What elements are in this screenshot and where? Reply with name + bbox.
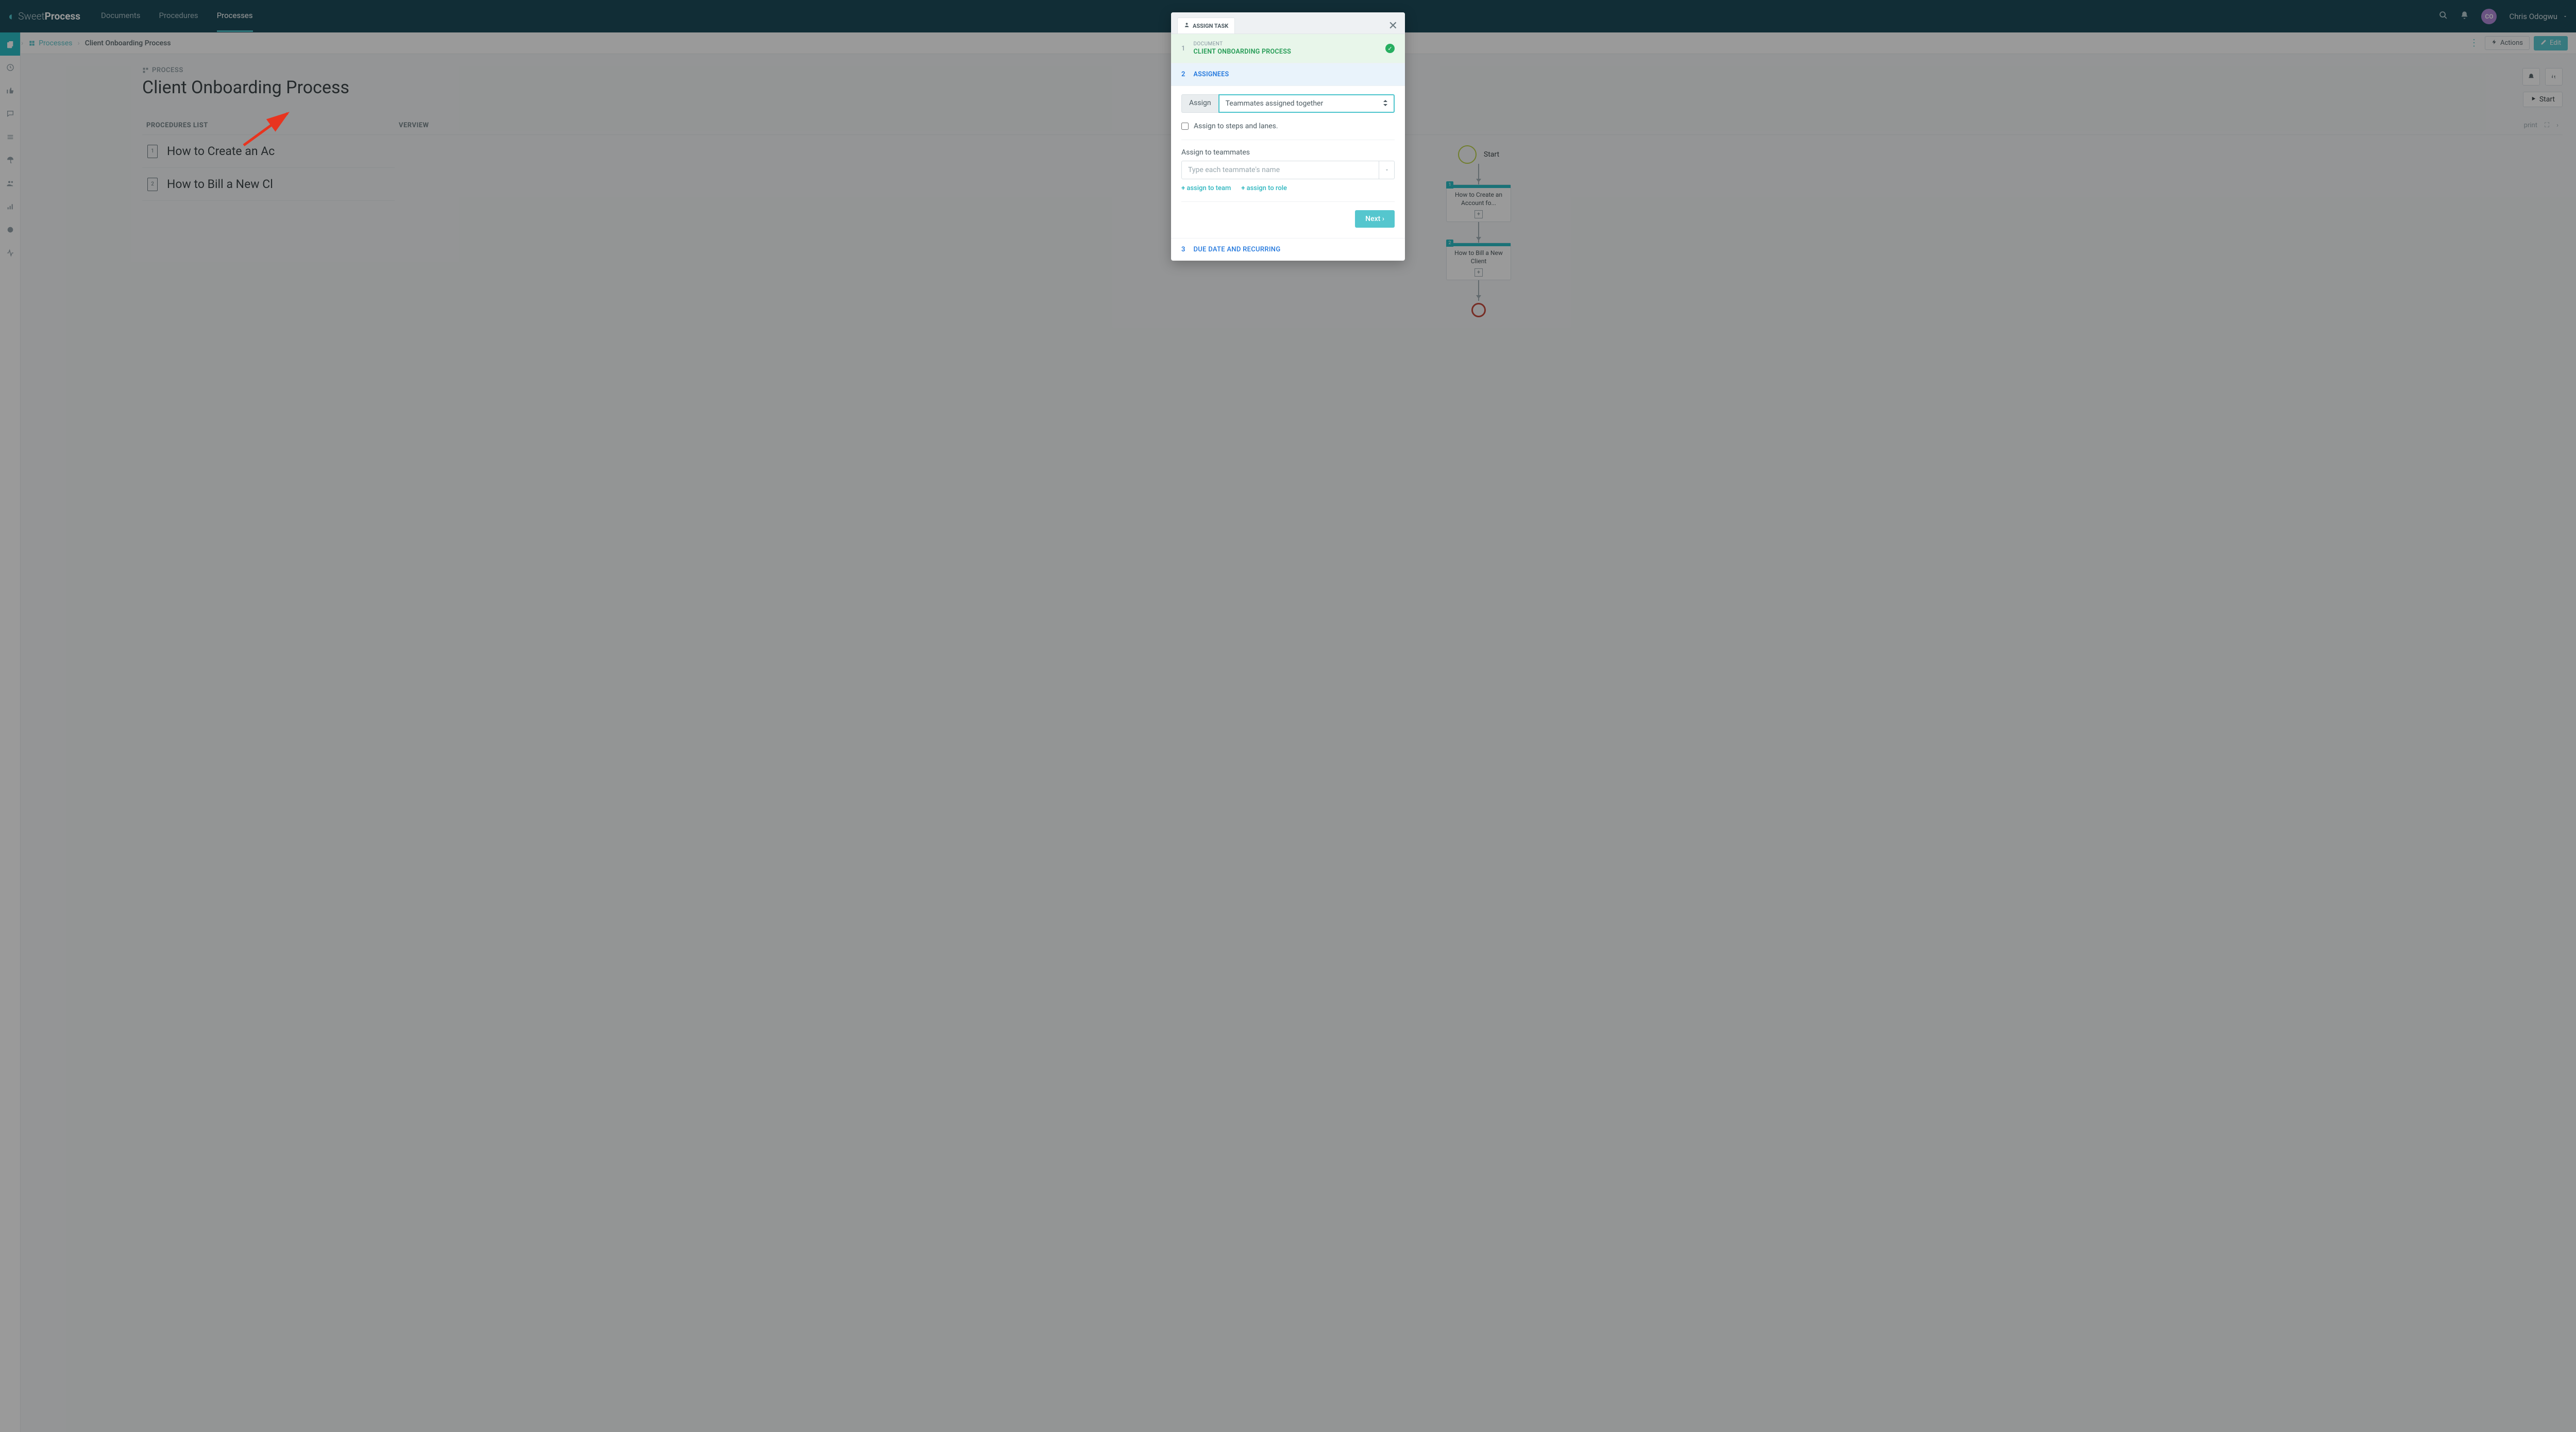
modal-tab-bar: ASSIGN TASK ✕ [1171,12,1405,34]
modal-body: Assign Teammates assigned together Assig… [1171,86,1405,238]
select-caret-icon [1383,100,1387,108]
step-large-label: CLIENT ONBOARDING PROCESS [1193,48,1291,56]
modal-tab-assign[interactable]: ASSIGN TASK [1177,18,1235,33]
assign-to-role-link[interactable]: + assign to role [1241,184,1287,192]
checkbox-label: Assign to steps and lanes. [1194,122,1278,130]
check-icon: ✓ [1385,44,1395,53]
step-number: 1 [1181,45,1185,53]
assign-label: Assign [1181,94,1218,113]
teammates-input[interactable]: Type each teammate's name [1181,161,1395,179]
teammates-label: Assign to teammates [1181,148,1395,157]
next-button[interactable]: Next › [1355,210,1395,228]
chevron-right-icon: › [1382,215,1384,223]
modal-step-1[interactable]: 1 DOCUMENT CLIENT ONBOARDING PROCESS ✓ [1171,34,1405,63]
person-icon [1184,22,1190,29]
modal-tab-label: ASSIGN TASK [1193,23,1228,29]
assign-to-team-link[interactable]: + assign to team [1181,184,1231,192]
close-icon[interactable]: ✕ [1388,20,1398,32]
assign-select-value: Teammates assigned together [1226,99,1324,108]
modal-step-3[interactable]: 3 DUE DATE AND RECURRING [1171,238,1405,261]
step-number: 2 [1181,71,1185,78]
chevron-down-icon[interactable] [1379,161,1394,179]
assign-steps-checkbox[interactable] [1181,123,1189,130]
assign-steps-checkbox-row[interactable]: Assign to steps and lanes. [1181,122,1395,140]
assign-task-modal: ASSIGN TASK ✕ 1 DOCUMENT CLIENT ONBOARDI… [1171,12,1405,261]
assign-mode-select[interactable]: Teammates assigned together [1218,94,1395,113]
step-large-label: DUE DATE AND RECURRING [1193,246,1280,253]
step-large-label: ASSIGNEES [1193,71,1229,78]
next-label: Next [1365,215,1380,223]
step-number: 3 [1181,246,1185,253]
teammates-placeholder: Type each teammate's name [1182,166,1379,174]
modal-step-2[interactable]: 2 ASSIGNEES [1171,63,1405,86]
step-small-label: DOCUMENT [1193,41,1291,47]
